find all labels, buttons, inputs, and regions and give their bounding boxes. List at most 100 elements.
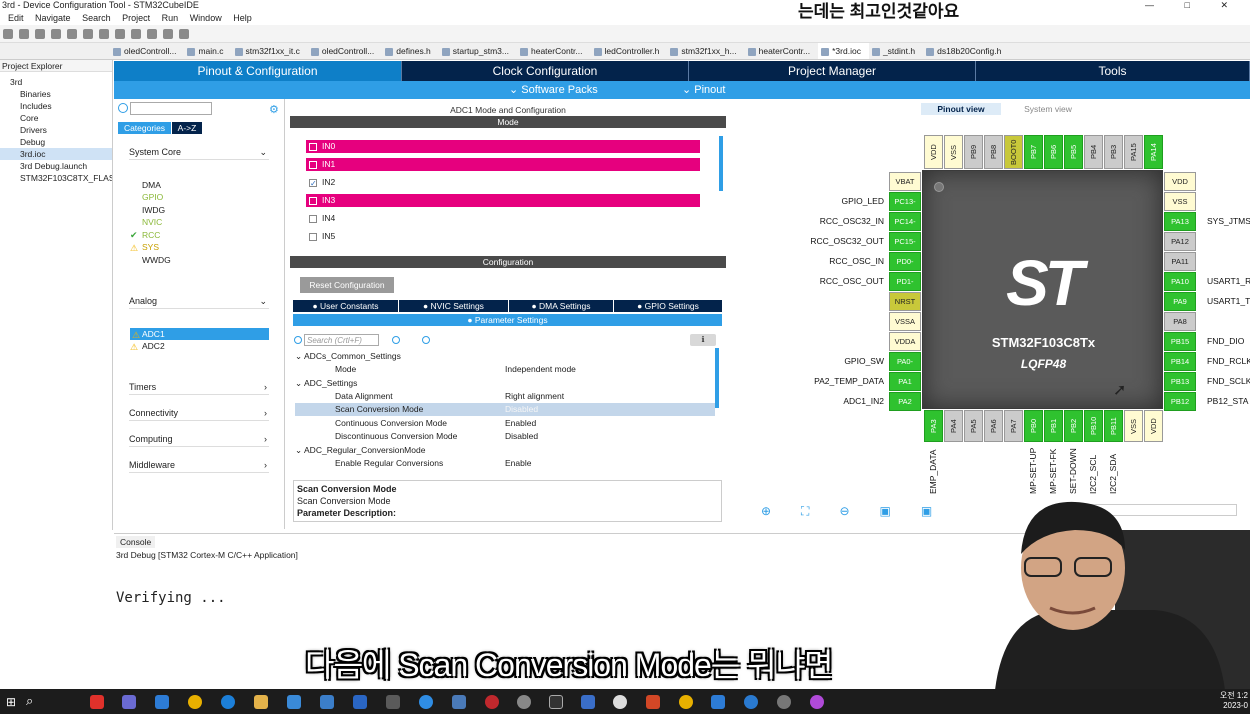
pin-pb12[interactable]: PB12 (1164, 392, 1196, 411)
pin-pa7[interactable]: PA7 (1004, 410, 1023, 442)
pin-vssa[interactable]: VSSA (889, 312, 921, 331)
mode-scrollbar[interactable] (719, 136, 723, 191)
youtube-icon[interactable] (90, 695, 104, 709)
back-icon[interactable] (147, 29, 157, 39)
run-icon[interactable] (99, 29, 109, 39)
folder-icon[interactable] (254, 695, 268, 709)
menu-project[interactable]: Project (122, 13, 150, 23)
info-icon[interactable] (422, 336, 430, 344)
terminal-icon[interactable] (549, 695, 563, 709)
ie-icon[interactable] (419, 695, 433, 709)
store-icon[interactable] (287, 695, 301, 709)
pin-vss[interactable]: VSS (1164, 192, 1196, 211)
section-middleware[interactable]: Middleware › (129, 457, 269, 473)
category-search-combo[interactable] (130, 102, 212, 115)
pin-boot0[interactable]: BOOT0 (1004, 135, 1023, 169)
pin-pd1[interactable]: PD1- (889, 272, 921, 291)
editor-tab-active[interactable]: *3rd.ioc (818, 43, 869, 59)
chrome-icon[interactable] (188, 695, 202, 709)
adc-input-in5[interactable]: IN5 (306, 230, 335, 243)
mail-icon[interactable] (320, 695, 334, 709)
forward-icon[interactable] (163, 29, 173, 39)
peripheral-nvic[interactable]: NVIC (142, 216, 162, 228)
editor-tab[interactable]: oledControll... (308, 43, 382, 59)
pin-pa2[interactable]: PA2 (889, 392, 921, 411)
peripheral-adc2[interactable]: ⚠ ADC2 (130, 340, 165, 352)
editor-tab[interactable]: main.c (184, 43, 231, 59)
settings-icon[interactable] (517, 695, 531, 709)
editor-tab[interactable]: _stdint.h (869, 43, 923, 59)
ide-icon[interactable] (711, 695, 725, 709)
editor-tab[interactable]: defines.h (382, 43, 439, 59)
tab-a-z[interactable]: A->Z (172, 122, 202, 134)
tab-clock-configuration[interactable]: Clock Configuration (402, 61, 689, 81)
adc-input-in1[interactable]: IN1 (306, 158, 700, 171)
console-tab[interactable]: Console (116, 536, 156, 548)
adc-input-in3[interactable]: IN3 (306, 194, 700, 207)
pin-pa0[interactable]: PA0- (889, 352, 921, 371)
pin-pa4[interactable]: PA4 (944, 410, 963, 442)
pin-pa8[interactable]: PA8 (1164, 312, 1196, 331)
adc-input-in0[interactable]: IN0 (306, 140, 700, 153)
pin-vss[interactable]: VSS (944, 135, 963, 169)
pin-pa13[interactable]: PA13 (1164, 212, 1196, 231)
pin-pb13[interactable]: PB13 (1164, 372, 1196, 391)
editor-tab[interactable]: heaterContr... (745, 43, 819, 59)
pin-pb9[interactable]: PB9 (964, 135, 983, 169)
save-icon[interactable] (19, 29, 29, 39)
pin-pb15[interactable]: PB15 (1164, 332, 1196, 351)
pin-vbat[interactable]: VBAT (889, 172, 921, 191)
param-row-selected[interactable]: Scan Conversion Mode Disabled (295, 403, 715, 416)
app-icon[interactable] (613, 695, 627, 709)
section-analog[interactable]: Analog ⌄ (129, 293, 269, 309)
editor-tab[interactable]: stm32f1xx_it.c (232, 43, 308, 59)
software-packs-menu[interactable]: ⌄ Software Packs (509, 81, 598, 99)
pin-pa12[interactable]: PA12 (1164, 232, 1196, 251)
tab-parameter-settings[interactable]: ● Parameter Settings (293, 314, 722, 326)
pin-nrst[interactable]: NRST (889, 292, 921, 311)
parameter-search-input[interactable]: Search (Crtl+F) (304, 334, 379, 346)
menu-edit[interactable]: Edit (8, 13, 24, 23)
pin-pb11[interactable]: PB11 (1104, 410, 1123, 442)
peripheral-rcc[interactable]: ✔ RCC (130, 229, 160, 241)
section-computing[interactable]: Computing › (129, 431, 269, 447)
param-row[interactable]: Continuous Conversion Mode Enabled (295, 417, 715, 430)
checkbox[interactable] (309, 215, 317, 223)
mcu-chip[interactable]: ST STM32F103C8Tx LQFP48 (922, 170, 1163, 409)
tree-item-selected[interactable]: 3rd.ioc (0, 148, 112, 160)
app-icon[interactable] (122, 695, 136, 709)
editor-tab[interactable]: heaterContr... (517, 43, 591, 59)
pin-pb7[interactable]: PB7 (1024, 135, 1043, 169)
app-icon[interactable] (810, 695, 824, 709)
pin-vdd[interactable]: VDD (1144, 410, 1163, 442)
peripheral-wwdg[interactable]: WWDG (142, 254, 171, 266)
checkbox[interactable] (309, 197, 317, 205)
checkbox-checked[interactable]: ✓ (309, 179, 317, 188)
adc-input-in4[interactable]: IN4 (306, 212, 335, 225)
info-icon[interactable] (392, 336, 400, 344)
tab-pinout-view[interactable]: Pinout view (921, 103, 1001, 115)
pin-pa14[interactable]: PA14 (1144, 135, 1163, 169)
tree-item[interactable]: Binaries (0, 88, 112, 100)
debug-icon[interactable] (83, 29, 93, 39)
pin-pb3[interactable]: PB3 (1104, 135, 1123, 169)
pin-pc13[interactable]: PC13- (889, 192, 921, 211)
tab-nvic-settings[interactable]: ● NVIC Settings (399, 300, 508, 312)
checkbox[interactable] (309, 233, 317, 241)
app-icon[interactable] (386, 695, 400, 709)
edge-icon[interactable] (221, 695, 235, 709)
param-group[interactable]: ⌄ ADC_Regular_ConversionMode (295, 444, 715, 457)
pin-pb2[interactable]: PB2 (1064, 410, 1083, 442)
pin-pb10[interactable]: PB10 (1084, 410, 1103, 442)
tab-gpio-settings[interactable]: ● GPIO Settings (614, 300, 722, 312)
checkbox[interactable] (309, 161, 317, 169)
pin-pb6[interactable]: PB6 (1044, 135, 1063, 169)
tab-pinout-configuration[interactable]: Pinout & Configuration (114, 61, 402, 81)
gear-icon[interactable]: ⚙ (269, 103, 279, 116)
pin-pc14[interactable]: PC14- (889, 212, 921, 231)
windows-start-icon[interactable]: ⊞ (6, 695, 16, 709)
powerpoint-icon[interactable] (646, 695, 660, 709)
new-file-icon[interactable] (3, 29, 13, 39)
pin-pb5[interactable]: PB5 (1064, 135, 1083, 169)
param-row[interactable]: Enable Regular Conversions Enable (295, 457, 715, 470)
